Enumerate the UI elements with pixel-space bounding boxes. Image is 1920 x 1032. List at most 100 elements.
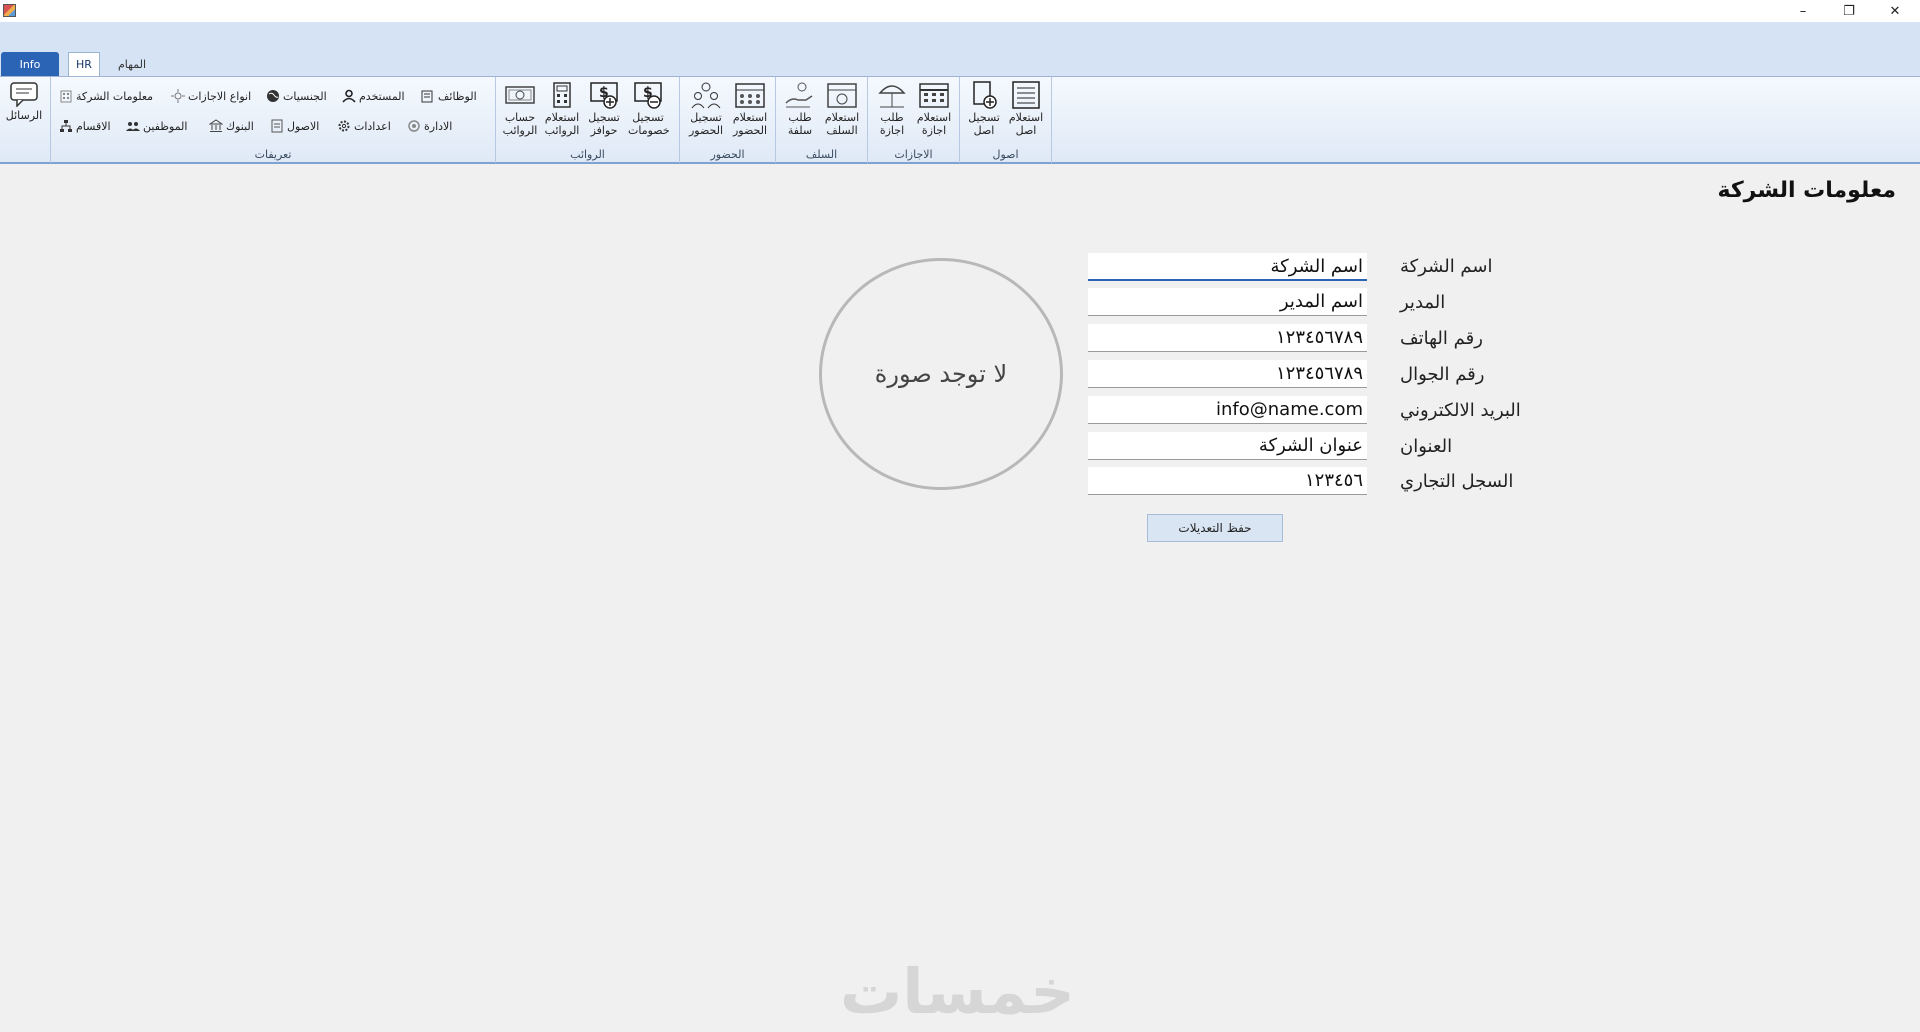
dollar-plus-icon: $: [590, 82, 618, 109]
group-advances: طلب سلفة استعلام السلف السلف: [776, 77, 868, 163]
register-asset-button[interactable]: تسجيل اصل: [964, 81, 1004, 145]
advances-group-label: السلف: [805, 148, 838, 161]
close-button[interactable]: ✕: [1872, 0, 1918, 22]
register-deductions-button[interactable]: $ تسجيل خصومات: [628, 81, 670, 145]
register-attendance-button[interactable]: تسجيل الحضور: [686, 81, 726, 145]
ribbon-panel: الرسائل الوظائف المستخدم الجنسيات انواع …: [0, 76, 1920, 164]
register-bonus-label: تسجيل حوافز: [588, 111, 620, 137]
query-attendance-button[interactable]: استعلام الحضور: [730, 81, 770, 145]
user-icon: [342, 89, 356, 103]
calendar-icon: [919, 83, 949, 108]
messages-button[interactable]: الرسائل: [4, 81, 44, 145]
query-salaries-button[interactable]: استعلام الروائب: [542, 81, 582, 145]
banks-button[interactable]: البنوك: [209, 117, 254, 135]
calc-salaries-button[interactable]: حساب الروائب: [500, 81, 540, 145]
page-title: معلومات الشركة: [1717, 178, 1896, 203]
company-name-input[interactable]: اسم الشركة: [1088, 253, 1367, 281]
nationalities-button[interactable]: الجنسيات: [266, 87, 327, 105]
tab-tasks[interactable]: المهام: [110, 52, 154, 76]
list-document-icon: [1012, 81, 1040, 109]
group-attendance: تسجيل الحضور استعلام الحضور الحضور: [680, 77, 776, 163]
cash-icon: [505, 86, 535, 104]
bank-icon: [209, 119, 223, 132]
gear-icon: [338, 120, 350, 132]
register-attendance-label: تسجيل الحضور: [688, 111, 724, 137]
company-logo-placeholder[interactable]: لا توجد صورة: [819, 258, 1063, 490]
jobs-icon: [421, 90, 433, 103]
document-add-icon: [973, 81, 997, 109]
group-assets: تسجيل اصل استعلام اصل اصول: [960, 77, 1052, 163]
calendar-money-icon: [827, 83, 857, 108]
email-label: البريد الالكتروني: [1400, 400, 1521, 421]
address-input[interactable]: عنوان الشركة: [1088, 432, 1367, 460]
administration-button[interactable]: الادارة: [407, 117, 452, 135]
mobile-label: رقم الجوال: [1400, 364, 1485, 385]
leaves-group-label: الاجازات: [894, 148, 933, 161]
attendance-group-label: الحضور: [710, 148, 745, 161]
tab-hr[interactable]: HR: [68, 52, 100, 76]
request-leave-label: طلب اجازة: [879, 111, 905, 137]
photo-placeholder-text: لا توجد صورة: [874, 360, 1008, 388]
minimize-button[interactable]: –: [1780, 0, 1826, 22]
beach-umbrella-icon: [878, 85, 906, 108]
user-button[interactable]: المستخدم: [342, 87, 405, 105]
query-advances-button[interactable]: استعلام السلف: [822, 81, 862, 145]
query-salaries-label: استعلام الروائب: [544, 111, 580, 137]
restore-button[interactable]: ❐: [1826, 0, 1872, 22]
calc-salaries-label: حساب الروائب: [502, 111, 538, 137]
admin-icon: [408, 120, 420, 132]
team-icon: [691, 82, 721, 109]
org-chart-icon: [60, 120, 72, 132]
building-icon: [60, 90, 72, 103]
tab-info[interactable]: Info: [1, 52, 59, 76]
query-asset-label: استعلام اصل: [1008, 111, 1044, 137]
settings-button[interactable]: اعدادات: [337, 117, 391, 135]
definitions-group-label: تعريفات: [254, 148, 292, 161]
query-leave-button[interactable]: استعلام اجازة: [914, 81, 954, 145]
group-salaries: حساب الروائب استعلام الروائب $ تسجيل حوا…: [496, 77, 680, 163]
mobile-input[interactable]: ١٢٣٤٥٦٧٨٩: [1088, 360, 1367, 388]
title-bar: – ❐ ✕: [0, 0, 1920, 22]
request-leave-button[interactable]: طلب اجازة: [872, 81, 912, 145]
query-leave-label: استعلام اجازة: [916, 111, 952, 137]
sun-icon: [171, 89, 185, 103]
settings-label: اعدادات: [354, 119, 391, 133]
assets-group-label: اصول: [992, 148, 1019, 161]
dollar-minus-icon: $: [634, 82, 662, 109]
query-advances-label: استعلام السلف: [824, 111, 860, 137]
request-advance-label: طلب سلفة: [787, 111, 813, 137]
document-icon: [271, 119, 283, 133]
administration-label: الادارة: [424, 119, 453, 133]
group-definitions: الوظائف المستخدم الجنسيات انواع الاجازات…: [51, 77, 496, 163]
jobs-label: الوظائف: [438, 89, 477, 103]
globe-icon: [267, 90, 279, 102]
register-deductions-label: تسجيل خصومات: [628, 111, 670, 137]
query-asset-button[interactable]: استعلام اصل: [1006, 81, 1046, 145]
manager-label: المدير: [1400, 292, 1446, 313]
commercial-register-label: السجل التجاري: [1400, 471, 1514, 492]
commercial-register-input[interactable]: ١٢٣٤٥٦: [1088, 467, 1367, 495]
assets-def-label: الاصول: [287, 119, 320, 133]
assets-def-button[interactable]: الاصول: [270, 117, 319, 135]
phone-input[interactable]: ١٢٣٤٥٦٧٨٩: [1088, 324, 1367, 352]
company-info-label: معلومات الشركة: [76, 89, 154, 103]
register-bonus-button[interactable]: $ تسجيل حوافز: [584, 81, 624, 145]
calendar-people-icon: [735, 83, 765, 108]
leave-types-label: انواع الاجازات: [188, 89, 252, 103]
employees-button[interactable]: الموظفين: [126, 117, 187, 135]
save-changes-button[interactable]: حفظ التعديلات: [1147, 514, 1283, 542]
departments-button[interactable]: الاقسام: [59, 117, 111, 135]
email-input[interactable]: info@name.com: [1088, 396, 1367, 424]
nationalities-label: الجنسيات: [283, 89, 327, 103]
app-icon: [3, 4, 16, 17]
manager-input[interactable]: اسم المدير: [1088, 288, 1367, 316]
group-leaves: طلب اجازة استعلام اجازة الاجازات: [868, 77, 960, 163]
watermark-logo: خمسات: [840, 955, 1075, 1028]
banks-label: البنوك: [226, 119, 254, 133]
query-attendance-label: استعلام الحضور: [732, 111, 768, 137]
phone-label: رقم الهاتف: [1400, 328, 1483, 349]
request-advance-button[interactable]: طلب سلفة: [780, 81, 820, 145]
leave-types-button[interactable]: انواع الاجازات: [171, 87, 251, 105]
jobs-button[interactable]: الوظائف: [421, 87, 477, 105]
company-info-button[interactable]: معلومات الشركة: [59, 87, 153, 105]
